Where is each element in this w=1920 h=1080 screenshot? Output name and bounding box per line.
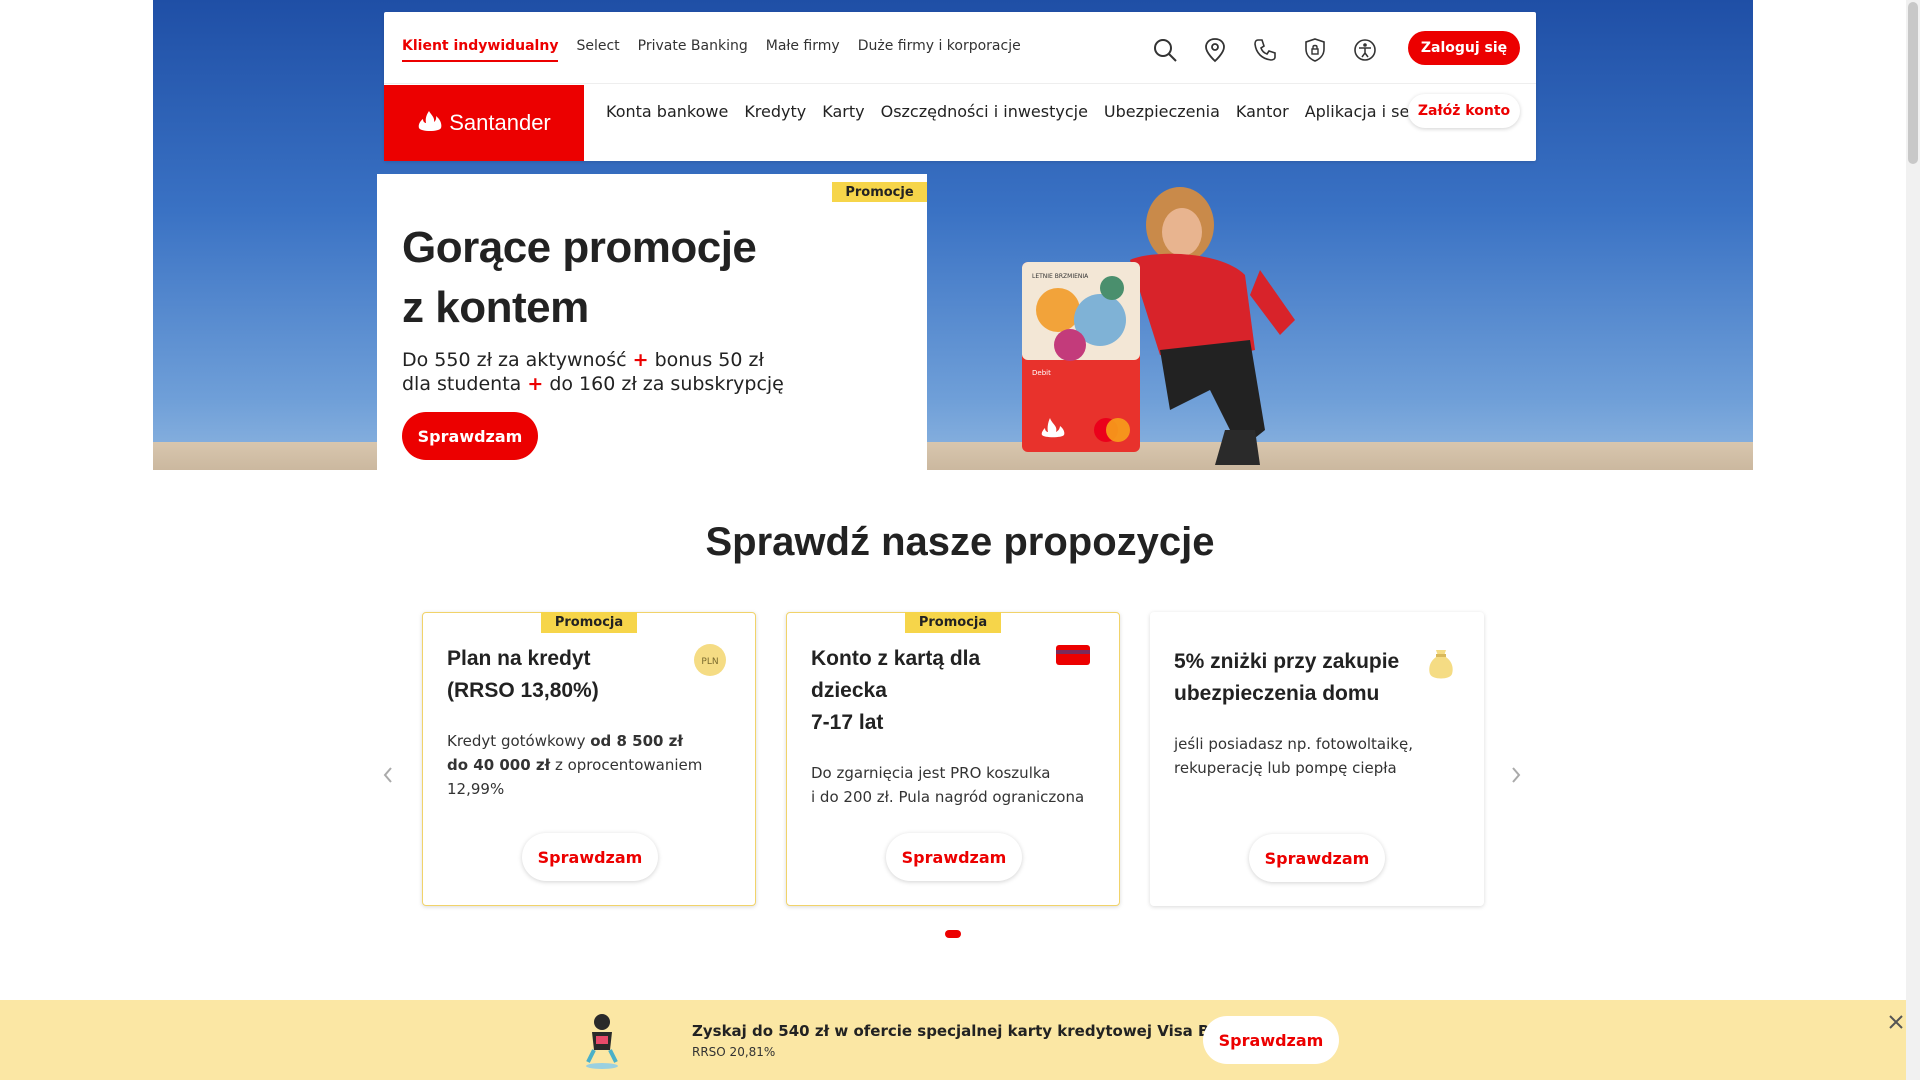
- svg-text:PLN: PLN: [701, 657, 718, 667]
- offer-check-button[interactable]: Sprawdzam: [522, 833, 658, 881]
- utility-icons: [1149, 34, 1381, 66]
- debit-card-image: LETNIE BRZMIENIA Debit: [1022, 262, 1140, 452]
- offer-description: jeśli posiadasz np. fotowoltaikę, rekupe…: [1174, 735, 1413, 777]
- segment-nav: Klient indywidualny Select Private Banki…: [384, 12, 1536, 84]
- segment-klient-indywidualny[interactable]: Klient indywidualny: [402, 38, 559, 62]
- santander-logo[interactable]: Santander: [384, 85, 584, 161]
- money-bag-icon: [1426, 646, 1456, 686]
- flame-icon: [418, 111, 442, 131]
- close-icon[interactable]: [1884, 1010, 1908, 1034]
- offer-check-button[interactable]: Sprawdzam: [886, 833, 1022, 881]
- phone-icon[interactable]: [1249, 34, 1281, 66]
- security-shield-icon[interactable]: [1299, 34, 1331, 66]
- nav-kantor[interactable]: Kantor: [1236, 102, 1289, 121]
- hero-check-button[interactable]: Sprawdzam: [402, 412, 538, 460]
- location-pin-icon[interactable]: [1199, 34, 1231, 66]
- accessibility-icon[interactable]: [1349, 34, 1381, 66]
- scrollbar-thumb[interactable]: [1908, 2, 1918, 164]
- hero-sub-text: do 160 zł za subskrypcję: [549, 373, 784, 395]
- offer-description: Do zgarnięcia jest PRO koszulka i do 200…: [811, 764, 1085, 806]
- hero-title-line1: Gorące promocje: [402, 223, 757, 272]
- promo-badge: Promocje: [832, 182, 927, 202]
- offer-card: Promocja Plan na kredyt (RRSO 13,80%) PL…: [422, 612, 756, 906]
- promo-banner: [0, 1000, 1906, 1080]
- banner-subtitle: RRSO 20,81%: [692, 1045, 776, 1059]
- hero-subtitle: Do 550 zł za aktywność + bonus 50 zł dla…: [402, 348, 784, 396]
- promo-badge: Promocja: [905, 612, 1001, 633]
- chevron-left-icon[interactable]: [378, 763, 398, 787]
- nav-ubezpieczenia[interactable]: Ubezpieczenia: [1104, 102, 1220, 121]
- hero-title: Gorące promocje z kontem: [402, 218, 757, 338]
- segment-male-firmy[interactable]: Małe firmy: [766, 38, 840, 62]
- search-icon[interactable]: [1149, 34, 1181, 66]
- nav-karty[interactable]: Karty: [822, 102, 864, 121]
- nav-oszczednosci[interactable]: Oszczędności i inwestycje: [881, 102, 1088, 121]
- svg-text:Debit: Debit: [1032, 369, 1051, 377]
- segment-private-banking[interactable]: Private Banking: [638, 38, 748, 62]
- hero-woman-with-card-image: LETNIE BRZMIENIA Debit: [1022, 187, 1295, 465]
- svg-text:LETNIE BRZMIENIA: LETNIE BRZMIENIA: [1032, 273, 1089, 280]
- main-nav: Konta bankowe Kredyty Karty Oszczędności…: [606, 102, 1442, 121]
- segment-select[interactable]: Select: [576, 38, 619, 62]
- credit-card-icon: [1055, 643, 1091, 671]
- offer-check-button[interactable]: Sprawdzam: [1249, 834, 1385, 882]
- pln-coin-icon: PLN: [693, 643, 727, 681]
- site-header: Klient indywidualny Select Private Banki…: [384, 12, 1536, 161]
- hero-title-line2: z kontem: [402, 283, 589, 332]
- offer-title: 5% zniżki przy zakupie ubezpieczenia dom…: [1174, 650, 1400, 705]
- plus-sign: +: [632, 349, 649, 371]
- login-button[interactable]: Zaloguj się: [1408, 31, 1520, 65]
- chevron-right-icon[interactable]: [1506, 763, 1526, 787]
- offers-section-title: Sprawdź nasze propozycje: [705, 520, 1215, 564]
- hero-sub-text: bonus 50 zł: [654, 349, 764, 371]
- offer-card: Promocja Konto z kartą dla dziecka 7-17 …: [786, 612, 1120, 906]
- offer-title: Konto z kartą dla dziecka 7-17 lat: [811, 647, 981, 734]
- banner-title: Zyskaj do 540 zł w ofercie specjalnej ka…: [692, 1022, 1251, 1040]
- segment-duze-firmy[interactable]: Duże firmy i korporacje: [858, 38, 1021, 62]
- open-account-button[interactable]: Załóż konto: [1408, 94, 1520, 128]
- offer-card: 5% zniżki przy zakupie ubezpieczenia dom…: [1150, 612, 1484, 906]
- nav-konta-bankowe[interactable]: Konta bankowe: [606, 102, 728, 121]
- nav-kredyty[interactable]: Kredyty: [744, 102, 806, 121]
- offer-title: Plan na kredyt (RRSO 13,80%): [447, 647, 599, 702]
- plus-sign: +: [527, 373, 544, 395]
- promo-badge: Promocja: [541, 612, 637, 633]
- hero-sub-text: dla studenta: [402, 373, 522, 395]
- hero-sub-text: Do 550 zł za aktywność: [402, 349, 627, 371]
- offer-description: Kredyt gotówkowy od 8 500 zł do 40 000 z…: [447, 732, 703, 798]
- brand-name: Santander: [449, 110, 551, 135]
- offers-carousel: Promocja Plan na kredyt (RRSO 13,80%) PL…: [422, 612, 1484, 906]
- banner-check-button[interactable]: Sprawdzam: [1203, 1016, 1339, 1064]
- carousel-dot[interactable]: [945, 930, 961, 938]
- skateboarder-illustration: [586, 1014, 618, 1069]
